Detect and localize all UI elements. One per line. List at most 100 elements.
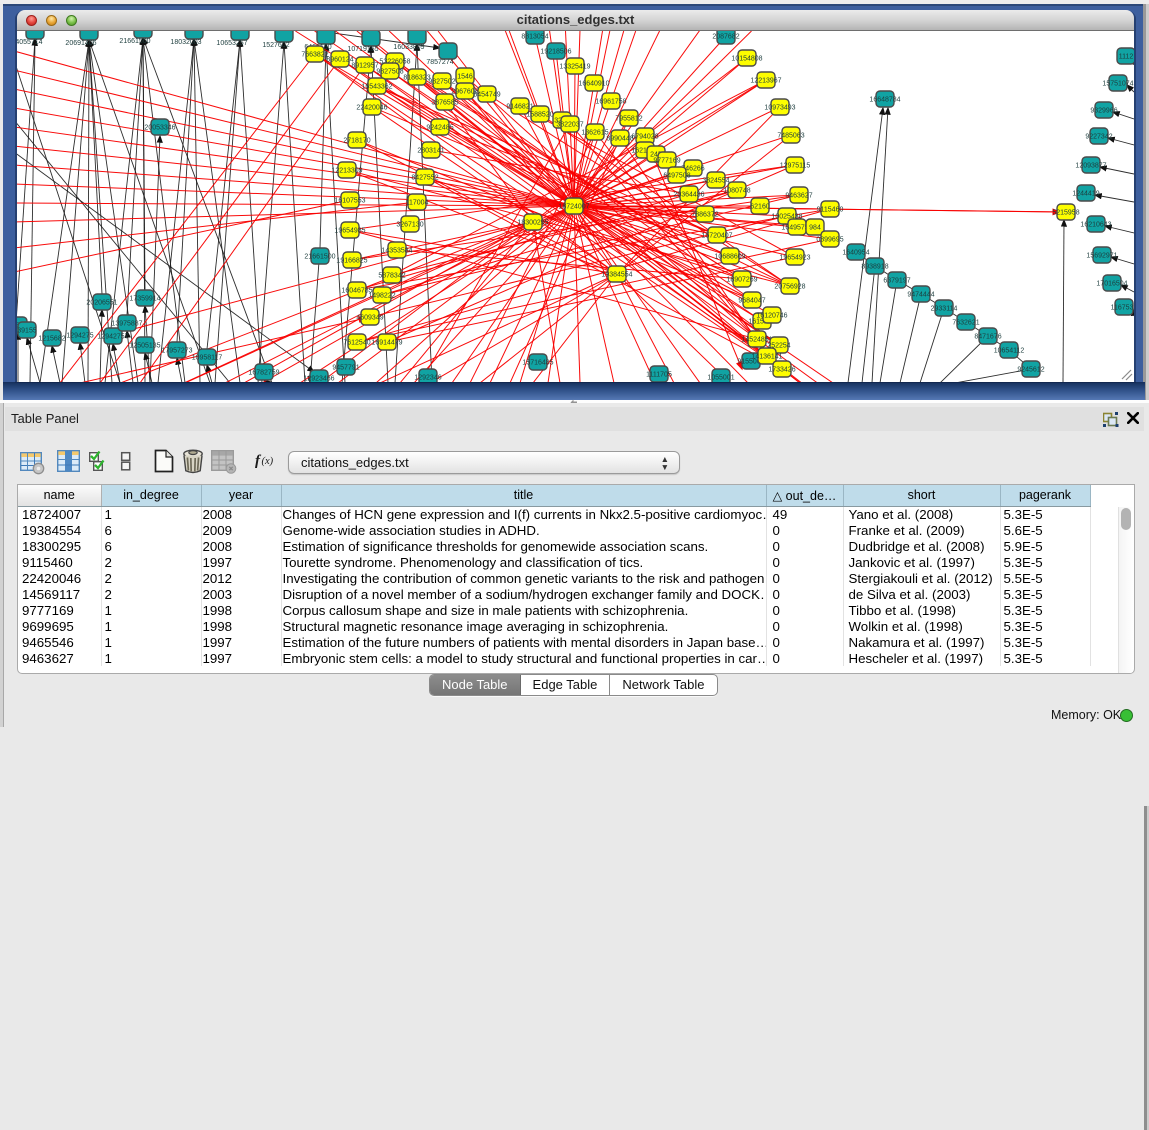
svg-text:1055001: 1055001 <box>707 375 734 382</box>
svg-text:1546: 1546 <box>457 74 473 81</box>
svg-text:17359914: 17359914 <box>129 296 160 303</box>
svg-text:12213309: 12213309 <box>331 168 362 175</box>
svg-text:19654923: 19654923 <box>779 255 810 262</box>
svg-text:2933114: 2933114 <box>931 306 958 313</box>
svg-text:17957273: 17957273 <box>161 348 192 355</box>
svg-text:16107553: 16107553 <box>334 198 365 205</box>
svg-text:1294275: 1294275 <box>66 333 93 340</box>
svg-text:15716485: 15716485 <box>522 360 553 367</box>
svg-text:1111705: 1111705 <box>646 372 672 379</box>
svg-text:7632621: 7632621 <box>952 320 979 327</box>
svg-text:6497508: 6497508 <box>663 173 690 180</box>
svg-text:12505135: 12505135 <box>129 343 160 350</box>
svg-text:6379197: 6379197 <box>883 278 910 285</box>
svg-text:18724007: 18724007 <box>558 204 589 211</box>
svg-text:7955812: 7955812 <box>615 116 642 123</box>
svg-text:1215682: 1215682 <box>38 336 65 343</box>
svg-text:16961758: 16961758 <box>595 99 626 106</box>
svg-text:3267130: 3267130 <box>396 222 423 229</box>
svg-text:7886372: 7886372 <box>691 212 718 219</box>
svg-text:2718170: 2718170 <box>343 138 370 145</box>
svg-text:15751074: 15751074 <box>1102 81 1133 88</box>
svg-text:10719155: 10719155 <box>347 46 378 53</box>
svg-text:10653257: 10653257 <box>216 40 247 47</box>
svg-text:3824554: 3824554 <box>702 178 729 185</box>
svg-text:1292346: 1292346 <box>414 375 441 382</box>
svg-text:12942757: 12942757 <box>97 334 128 341</box>
svg-text:12923466: 12923466 <box>303 376 334 383</box>
svg-text:14353584: 14353584 <box>381 248 412 255</box>
svg-text:19654985: 19654985 <box>334 228 365 235</box>
svg-text:1362615: 1362615 <box>581 130 608 137</box>
svg-text:8938918: 8938918 <box>861 264 888 271</box>
svg-text:10654112: 10654112 <box>994 348 1025 355</box>
svg-text:15720407: 15720407 <box>701 233 732 240</box>
svg-text:19384554: 19384554 <box>601 272 632 279</box>
svg-text:18300295: 18300295 <box>517 220 548 227</box>
svg-text:1588520: 1588520 <box>526 112 553 119</box>
svg-text:16640910: 16640910 <box>578 81 609 88</box>
svg-text:13325419: 13325419 <box>559 64 590 71</box>
svg-text:9329966: 9329966 <box>1090 108 1117 115</box>
svg-text:20206551: 20206551 <box>86 300 117 307</box>
svg-text:1527602: 1527602 <box>262 42 289 49</box>
svg-text:5215958: 5215958 <box>1052 210 1079 217</box>
svg-text:12975115: 12975115 <box>780 163 811 170</box>
svg-text:1167533: 1167533 <box>1111 305 1134 312</box>
svg-text:20364436: 20364436 <box>673 192 704 199</box>
svg-text:1080748: 1080748 <box>723 188 750 195</box>
svg-text:4609349: 4609349 <box>356 315 383 322</box>
svg-text:984: 984 <box>809 225 821 232</box>
svg-text:3876585: 3876585 <box>431 100 458 107</box>
svg-text:15692971: 15692971 <box>1086 253 1117 260</box>
svg-text:20756928: 20756928 <box>774 284 805 291</box>
svg-text:8471676: 8471676 <box>974 334 1001 341</box>
svg-text:21661500: 21661500 <box>304 254 335 261</box>
svg-text:14055714: 14055714 <box>17 39 43 46</box>
svg-text:16120746: 16120746 <box>756 313 787 320</box>
svg-text:5878342: 5878342 <box>378 273 405 280</box>
svg-text:7612540: 7612540 <box>343 340 370 347</box>
svg-text:22420046: 22420046 <box>356 105 387 112</box>
svg-text:9242485: 9242485 <box>426 125 453 132</box>
svg-text:18032003: 18032003 <box>170 39 201 46</box>
svg-text:7857274: 7857274 <box>426 59 453 66</box>
svg-text:8990448: 8990448 <box>606 136 633 143</box>
svg-text:8427552: 8427552 <box>411 175 438 182</box>
svg-text:3822037: 3822037 <box>556 122 583 129</box>
svg-text:1640954: 1640954 <box>842 250 869 257</box>
svg-text:1733426: 1733426 <box>768 367 795 374</box>
svg-text:8454749: 8454749 <box>473 92 500 99</box>
svg-text:21661500: 21661500 <box>119 38 150 45</box>
svg-text:2087682: 2087682 <box>712 34 739 41</box>
svg-text:117004: 117004 <box>406 200 429 207</box>
svg-text:6794028: 6794028 <box>631 134 658 141</box>
svg-text:2803141: 2803141 <box>417 148 444 155</box>
svg-text:12213967: 12213967 <box>750 78 781 85</box>
svg-text:9684047: 9684047 <box>738 298 765 305</box>
svg-text:8813054: 8813054 <box>521 34 548 41</box>
svg-text:8186323: 8186323 <box>403 75 430 82</box>
svg-text:9777169: 9777169 <box>653 158 680 165</box>
svg-text:17016504: 17016504 <box>1096 281 1127 288</box>
svg-text:9463627: 9463627 <box>785 193 812 200</box>
svg-text:20691406: 20691406 <box>65 40 96 47</box>
svg-text:16782759: 16782759 <box>248 370 279 377</box>
svg-text:10973493: 10973493 <box>764 105 795 112</box>
svg-text:1498222: 1498222 <box>368 293 395 300</box>
svg-text:19218506: 19218506 <box>540 49 571 56</box>
svg-text:7663822: 7663822 <box>301 52 328 59</box>
svg-text:1112: 1112 <box>1119 54 1134 61</box>
svg-text:9115460: 9115460 <box>817 207 844 214</box>
svg-text:62160: 62160 <box>750 204 770 211</box>
svg-text:9474444: 9474444 <box>907 292 934 299</box>
svg-text:8912957: 8912957 <box>351 63 378 70</box>
svg-text:14136141: 14136141 <box>751 354 782 361</box>
svg-text:20053346: 20053346 <box>144 125 175 132</box>
svg-text:16543362: 16543362 <box>361 84 392 91</box>
svg-text:16210643: 16210643 <box>1080 222 1111 229</box>
svg-text:10154808: 10154808 <box>731 56 762 63</box>
svg-text:8960124: 8960124 <box>326 57 353 64</box>
svg-text:9146821: 9146821 <box>506 104 533 111</box>
svg-text:7485063: 7485063 <box>777 133 804 140</box>
